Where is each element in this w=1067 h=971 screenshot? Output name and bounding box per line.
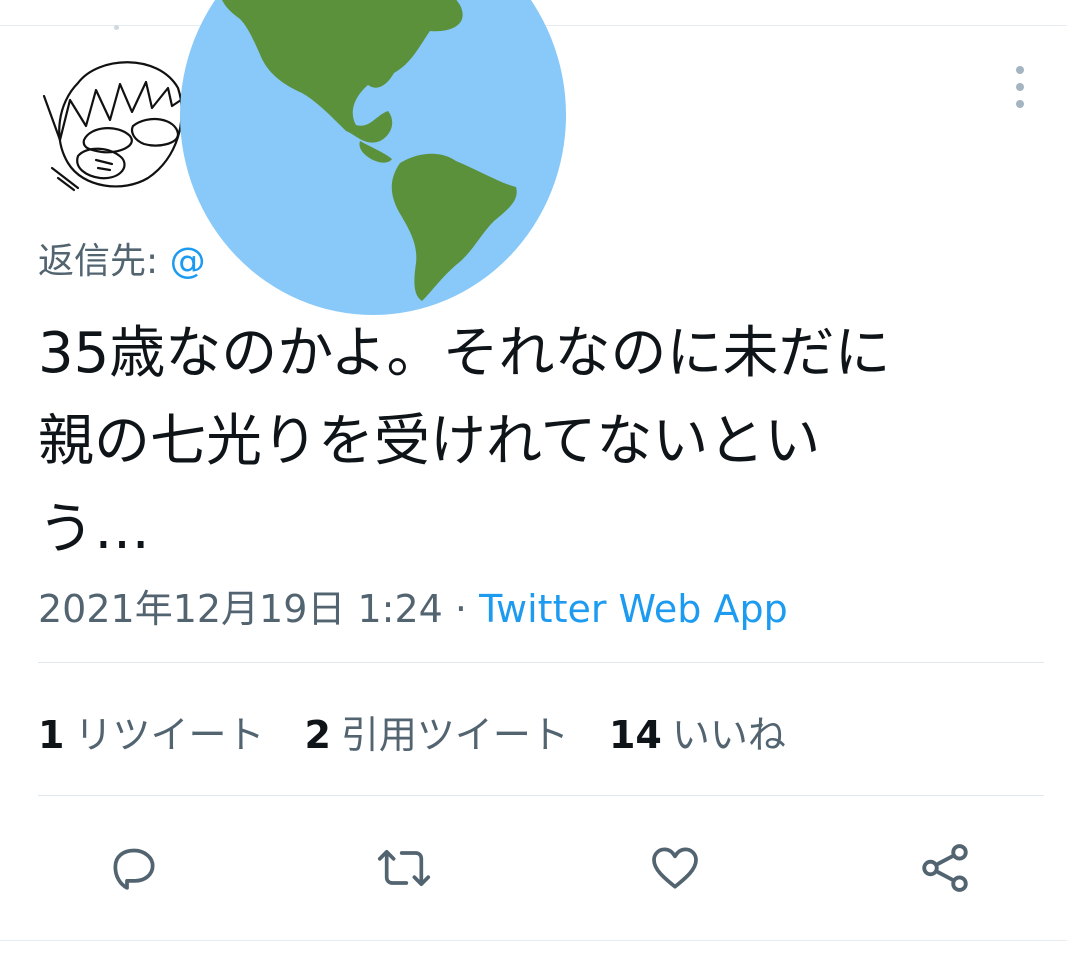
divider [38,795,1044,796]
retweets-count: 1 [38,713,65,757]
tweet-text: 35歳なのかよ。それなのに未だに 親の七光りを受けれてないとい う… [38,310,1038,574]
more-vertical-icon-dot-1 [1016,66,1024,74]
retweets-label: リツイート [74,713,265,757]
divider [38,662,1044,663]
tweet-detail-view: 返信先: @ 35歳なのかよ。それなのに未だに 親の七光りを受けれてないとい う… [0,0,1067,971]
tweet-text-line: う… [38,497,150,562]
heart-icon [652,847,698,889]
meta-separator: · [454,587,468,631]
tweet-timestamp[interactable]: 2021年12月19日 1:24 [38,587,443,631]
more-vertical-icon-dot-2 [1016,83,1024,91]
action-bar [0,838,1067,898]
quotes-stat[interactable]: 2 引用ツイート [304,704,568,759]
tweet-meta: 2021年12月19日 1:24 · Twitter Web App [38,578,788,633]
quotes-label: 引用ツイート [340,713,569,757]
retweet-icon [377,850,431,886]
quotes-count: 2 [304,713,331,757]
reply-to-line: 返信先: @ [38,232,206,284]
likes-count: 14 [608,713,662,757]
reply-button[interactable] [104,838,164,898]
reply-to-label: 返信先: [38,241,159,282]
tweet-text-line: 親の七光りを受けれてないとい [38,409,821,474]
globe-americas-icon [180,0,566,315]
user-avatar[interactable] [38,48,198,198]
share-icon [922,844,968,892]
tweet-source-link[interactable]: Twitter Web App [479,587,788,631]
reply-icon [113,848,155,890]
like-button[interactable] [645,838,705,898]
bottom-divider [0,940,1067,941]
more-vertical-icon-dot-3 [1016,100,1024,108]
likes-label: いいね [671,713,786,757]
retweet-button[interactable] [374,838,434,898]
likes-stat[interactable]: 14 いいね [609,704,786,759]
more-options-button[interactable] [1006,66,1034,108]
tweet-stats: 1 リツイート 2 引用ツイート 14 いいね [38,704,786,759]
share-button[interactable] [915,838,975,898]
reply-to-handle[interactable]: @ [170,241,206,282]
retweets-stat[interactable]: 1 リツイート [38,704,264,759]
thread-connector-dot [114,25,119,30]
tweet-text-line: 35歳なのかよ。それなのに未だに [38,321,891,386]
